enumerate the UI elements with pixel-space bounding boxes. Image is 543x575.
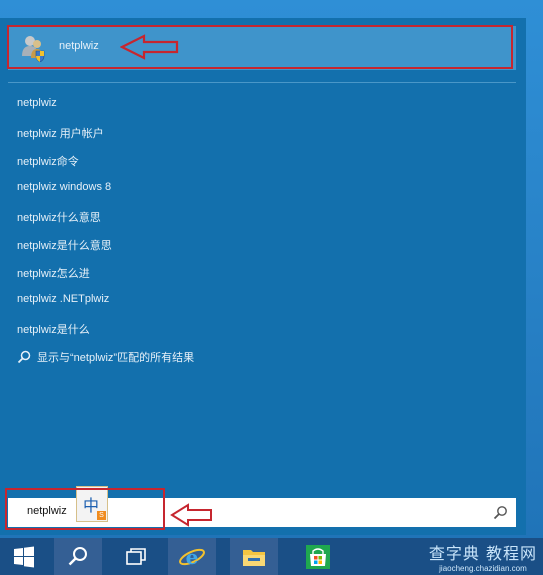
task-view-icon <box>126 547 146 565</box>
left-arrow-icon <box>120 34 179 60</box>
watermark-title: 查字典 教程网 <box>428 544 537 563</box>
search-icon[interactable] <box>493 505 508 520</box>
svg-text:e: e <box>186 545 199 569</box>
search-icon <box>17 350 31 364</box>
search-icon <box>68 546 87 565</box>
taskbar: e 查字典 教程网 jiaocheng.chazidian.com <box>0 538 543 575</box>
search-button[interactable] <box>54 538 102 575</box>
suggestion-item[interactable]: netplwiz .NETplwiz <box>17 293 109 311</box>
store-button[interactable] <box>294 538 342 575</box>
best-match-callout-box <box>7 25 513 69</box>
start-button[interactable] <box>0 538 48 575</box>
search-results-panel: netplwiz netplwiz netplwiz 用户帐户 netplwiz… <box>0 18 526 535</box>
task-view-button[interactable] <box>112 538 160 575</box>
search-box-callout-box <box>5 488 165 530</box>
suggestion-item[interactable]: netplwiz windows 8 <box>17 181 111 199</box>
windows-logo-icon <box>14 546 34 567</box>
suggestion-item[interactable]: netplwiz 用户帐户 <box>17 125 104 143</box>
file-explorer-button[interactable] <box>230 538 278 575</box>
suggestion-item[interactable]: netplwiz什么意思 <box>17 209 101 227</box>
suggestion-item[interactable]: netplwiz是什么意思 <box>17 237 112 255</box>
suggestion-item[interactable]: netplwiz命令 <box>17 153 79 171</box>
store-icon <box>306 544 330 569</box>
folder-icon <box>243 549 265 566</box>
suggestion-item[interactable]: netplwiz是什么 <box>17 321 90 339</box>
search-all-label: 显示与“netplwiz”匹配的所有结果 <box>37 352 195 364</box>
suggestion-item[interactable]: netplwiz怎么进 <box>17 265 90 283</box>
internet-explorer-button[interactable]: e <box>168 538 216 575</box>
left-arrow-icon <box>170 503 212 527</box>
suggestion-item[interactable]: netplwiz <box>17 97 57 115</box>
divider <box>8 82 516 83</box>
watermark-url: jiaocheng.chazidian.com <box>439 564 527 573</box>
watermark: 查字典 教程网 jiaocheng.chazidian.com <box>429 540 537 573</box>
internet-explorer-icon: e <box>179 545 205 569</box>
